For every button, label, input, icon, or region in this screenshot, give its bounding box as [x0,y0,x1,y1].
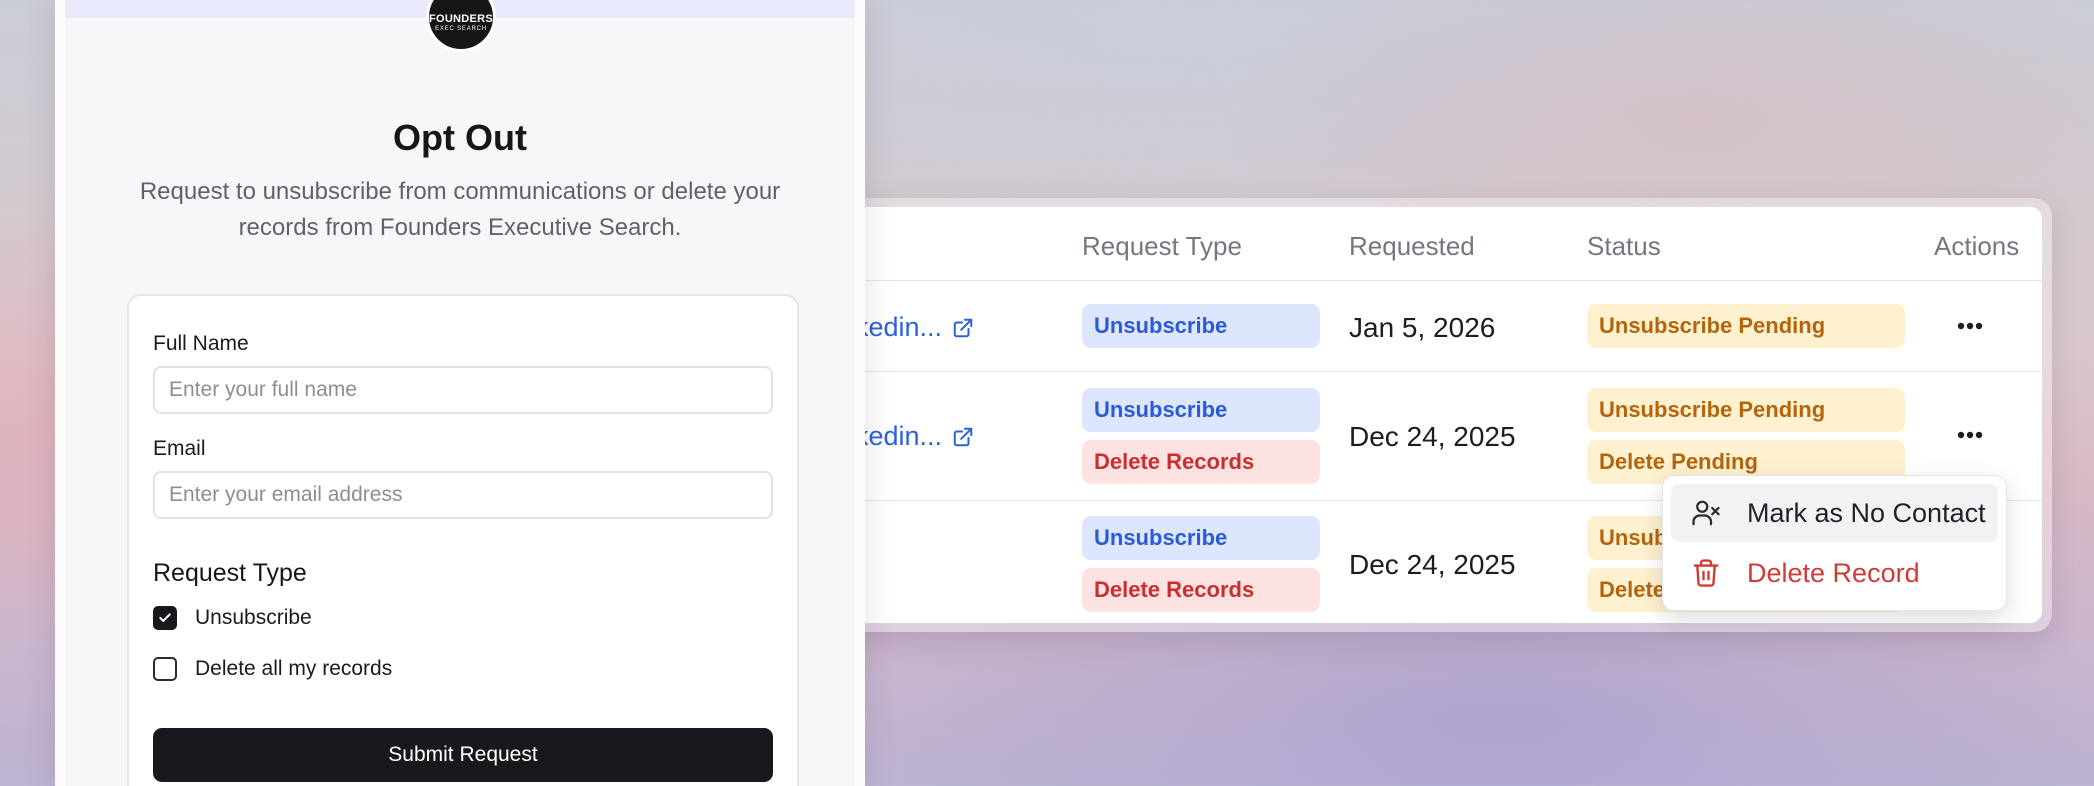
request-type-title: Request Type [153,559,307,587]
more-horizontal-icon [1957,322,1983,330]
header-request-type: Request Type [1082,231,1242,261]
page-title: Opt Out [393,117,527,158]
unsubscribe-option[interactable]: Unsubscribe [153,606,312,630]
delete-record-label[interactable]: Delete Record [1747,558,1920,589]
full-name-input[interactable]: Enter your full name [153,366,773,414]
request-type-badge: Unsubscribe [1082,388,1320,432]
user-x-icon [1692,500,1720,526]
row-divider [830,371,2042,372]
request-type-badge: Unsubscribe [1082,516,1320,560]
profile-link[interactable]: kedin... [855,312,974,343]
delete-records-option[interactable]: Delete all my records [153,657,392,681]
delete-records-option-label[interactable]: Delete all my records [195,657,392,681]
request-type-badge: Unsubscribe [1082,304,1320,348]
status-badge: Unsubscribe Pending [1587,304,1905,348]
mark-no-contact-label[interactable]: Mark as No Contact [1747,498,1986,529]
check-icon [159,613,171,622]
email-input[interactable]: Enter your email address [153,471,773,519]
row-actions-menu: Mark as No Contact Delete Record [1662,475,2007,611]
trash-icon [1693,559,1719,587]
mark-no-contact-menu-item[interactable]: Mark as No Contact [1671,484,1998,542]
header-divider [830,280,2042,281]
delete-records-checkbox[interactable] [153,657,177,681]
external-link-icon [953,318,973,337]
profile-link-text[interactable]: kedin... [855,312,942,343]
profile-link[interactable]: kedin... [855,421,974,452]
more-horizontal-icon [1957,431,1983,439]
logo-text-sub: EXEC SEARCH [435,26,487,32]
requested-date: Dec 24, 2025 [1349,421,1516,452]
external-link-icon [953,427,973,446]
requested-date: Dec 24, 2025 [1349,549,1516,580]
status-badge: Unsubscribe Pending [1587,388,1905,432]
header-status: Status [1587,231,1661,261]
unsubscribe-option-label[interactable]: Unsubscribe [195,606,312,630]
unsubscribe-checkbox[interactable] [153,606,177,630]
email-label: Email [153,437,206,460]
full-name-label: Full Name [153,332,249,355]
page-subtitle: Request to unsubscribe from communicatio… [139,178,781,241]
header-requested: Requested [1349,231,1475,261]
row-actions-button[interactable] [1950,420,1990,450]
logo-text-main: FOUNDERS [428,13,494,25]
profile-link-text[interactable]: kedin... [855,421,942,452]
requested-date: Jan 5, 2026 [1349,312,1496,343]
submit-request-button[interactable]: Submit Request [153,728,773,782]
founders-logo: FOUNDERS EXEC SEARCH [426,0,496,52]
request-type-badge: Delete Records [1082,568,1320,612]
request-type-badge: Delete Records [1082,440,1320,484]
row-actions-button[interactable] [1950,311,1990,341]
delete-record-menu-item[interactable]: Delete Record [1671,544,1998,602]
header-actions: Actions [1934,231,2020,261]
opt-out-form: Full Name Enter your full name Email Ent… [127,294,799,786]
opt-out-panel: FOUNDERS EXEC SEARCH Opt Out Request to … [55,0,865,786]
